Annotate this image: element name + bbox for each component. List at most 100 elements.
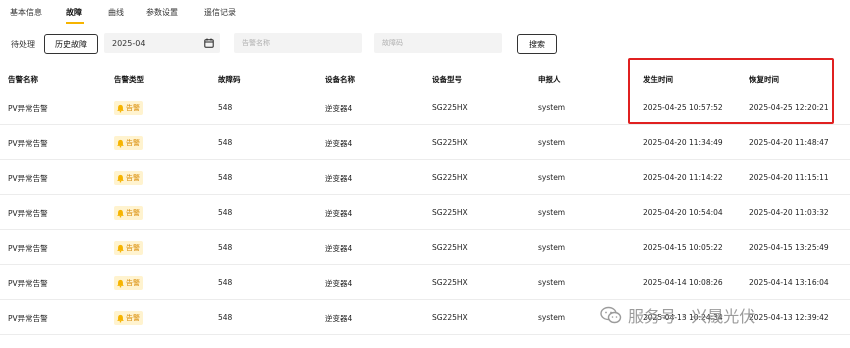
bell-icon (117, 209, 124, 218)
alarm-type-badge: 告警 (114, 311, 143, 325)
alarm-type-badge: 告警 (114, 206, 143, 220)
cell-device-name: 逆变器4 (325, 279, 353, 288)
cell-reporter: system (538, 208, 566, 217)
tab-bar: 基本信息 故障 曲线 参数设置 遥信记录 (0, 0, 850, 26)
tab-telesignal-records[interactable]: 遥信记录 (204, 7, 236, 18)
tab-curve[interactable]: 曲线 (108, 7, 124, 18)
cell-alarm-name: PV异常告警 (8, 139, 48, 148)
cell-occurred-time: 2025-04-25 10:57:52 (643, 103, 723, 112)
search-button[interactable]: 搜索 (517, 34, 557, 54)
bell-icon (117, 174, 124, 183)
cell-device-name: 逆变器4 (325, 139, 353, 148)
cell-occurred-time: 2025-04-20 11:34:49 (643, 138, 723, 147)
alarm-type-label: 告警 (126, 174, 140, 182)
column-header-occurred-time: 发生时间 (643, 75, 673, 84)
alarm-type-label: 告警 (126, 279, 140, 287)
cell-occurred-time: 2025-04-20 10:54:04 (643, 208, 723, 217)
alarm-type-badge: 告警 (114, 276, 143, 290)
cell-device-model: SG225HX (432, 138, 468, 147)
pending-button[interactable]: 待处理 (4, 34, 42, 54)
cell-device-model: SG225HX (432, 313, 468, 322)
bell-icon (117, 314, 124, 323)
tab-parameter-settings[interactable]: 参数设置 (146, 7, 178, 18)
alarm-type-label: 告警 (126, 244, 140, 252)
history-faults-button[interactable]: 历史故障 (44, 34, 98, 54)
cell-alarm-name: PV异常告警 (8, 244, 48, 253)
cell-device-name: 逆变器4 (325, 174, 353, 183)
alarm-type-badge: 告警 (114, 241, 143, 255)
filter-bar: 待处理 历史故障 2025-04 告警名称 故障码 搜索 (0, 30, 850, 58)
column-header-device-model: 设备型号 (432, 75, 462, 84)
month-picker-value: 2025-04 (112, 38, 146, 48)
cell-fault-code: 548 (218, 173, 233, 182)
watermark-text: 服务号 · 兴晟光伏 (628, 307, 756, 326)
fault-code-placeholder: 故障码 (382, 39, 403, 47)
bell-icon (117, 104, 124, 113)
cell-fault-code: 548 (218, 278, 233, 287)
cell-occurred-time: 2025-04-15 10:05:22 (643, 243, 723, 252)
cell-reporter: system (538, 103, 566, 112)
cell-alarm-name: PV异常告警 (8, 209, 48, 218)
alarm-type-badge: 告警 (114, 171, 143, 185)
column-header-alarm-name: 告警名称 (8, 75, 38, 84)
cell-device-name: 逆变器4 (325, 104, 353, 113)
month-picker[interactable]: 2025-04 (104, 33, 220, 53)
column-header-recovered-time: 恢复时间 (749, 75, 779, 84)
column-header-device-name: 设备名称 (325, 75, 355, 84)
alarm-type-label: 告警 (126, 139, 140, 147)
table-row[interactable]: PV异常告警 告警 548 逆变器4 SG225HX system 2025-0… (0, 90, 850, 125)
cell-fault-code: 548 (218, 138, 233, 147)
cell-alarm-name: PV异常告警 (8, 279, 48, 288)
table-row[interactable]: PV异常告警 告警 548 逆变器4 SG225HX system 2025-0… (0, 125, 850, 160)
bell-icon (117, 244, 124, 253)
watermark: 服务号 · 兴晟光伏 (600, 300, 840, 330)
cell-device-model: SG225HX (432, 103, 468, 112)
alarm-type-badge: 告警 (114, 136, 143, 150)
calendar-icon[interactable] (204, 38, 214, 48)
table-row[interactable]: PV异常告警 告警 548 逆变器4 SG225HX system 2025-0… (0, 195, 850, 230)
cell-reporter: system (538, 313, 566, 322)
cell-recovered-time: 2025-04-15 13:25:49 (749, 243, 829, 252)
cell-recovered-time: 2025-04-20 11:03:32 (749, 208, 829, 217)
fault-code-input[interactable]: 故障码 (374, 33, 502, 53)
cell-device-name: 逆变器4 (325, 244, 353, 253)
cell-alarm-name: PV异常告警 (8, 174, 48, 183)
alarm-type-label: 告警 (126, 104, 140, 112)
active-tab-indicator (66, 22, 84, 24)
table-row[interactable]: PV异常告警 告警 548 逆变器4 SG225HX system 2025-0… (0, 230, 850, 265)
cell-fault-code: 548 (218, 103, 233, 112)
cell-reporter: system (538, 243, 566, 252)
alarm-type-badge: 告警 (114, 101, 143, 115)
wechat-icon (600, 306, 622, 324)
column-header-reporter: 申报人 (538, 75, 561, 84)
table-row[interactable]: PV异常告警 告警 548 逆变器4 SG225HX system 2025-0… (0, 160, 850, 195)
status-toggle: 待处理 历史故障 (4, 34, 100, 54)
column-header-alarm-type: 告警类型 (114, 75, 144, 84)
cell-recovered-time: 2025-04-20 11:15:11 (749, 173, 829, 182)
cell-reporter: system (538, 278, 566, 287)
bell-icon (117, 279, 124, 288)
cell-alarm-name: PV异常告警 (8, 314, 48, 323)
tab-basic-info[interactable]: 基本信息 (10, 7, 42, 18)
cell-alarm-name: PV异常告警 (8, 104, 48, 113)
tab-fault[interactable]: 故障 (66, 7, 82, 18)
cell-device-name: 逆变器4 (325, 209, 353, 218)
alarm-name-placeholder: 告警名称 (242, 39, 270, 47)
column-header-fault-code: 故障码 (218, 75, 241, 84)
cell-recovered-time: 2025-04-14 13:16:04 (749, 278, 829, 287)
cell-recovered-time: 2025-04-20 11:48:47 (749, 138, 829, 147)
table-row[interactable]: PV异常告警 告警 548 逆变器4 SG225HX system 2025-0… (0, 265, 850, 300)
alarm-name-input[interactable]: 告警名称 (234, 33, 362, 53)
table-header: 告警名称 告警类型 故障码 设备名称 设备型号 申报人 发生时间 恢复时间 (0, 62, 850, 90)
bell-icon (117, 139, 124, 148)
cell-fault-code: 548 (218, 313, 233, 322)
cell-fault-code: 548 (218, 243, 233, 252)
cell-reporter: system (538, 173, 566, 182)
cell-fault-code: 548 (218, 208, 233, 217)
cell-occurred-time: 2025-04-14 10:08:26 (643, 278, 723, 287)
cell-reporter: system (538, 138, 566, 147)
alarm-type-label: 告警 (126, 209, 140, 217)
cell-recovered-time: 2025-04-25 12:20:21 (749, 103, 829, 112)
cell-device-name: 逆变器4 (325, 314, 353, 323)
cell-device-model: SG225HX (432, 243, 468, 252)
